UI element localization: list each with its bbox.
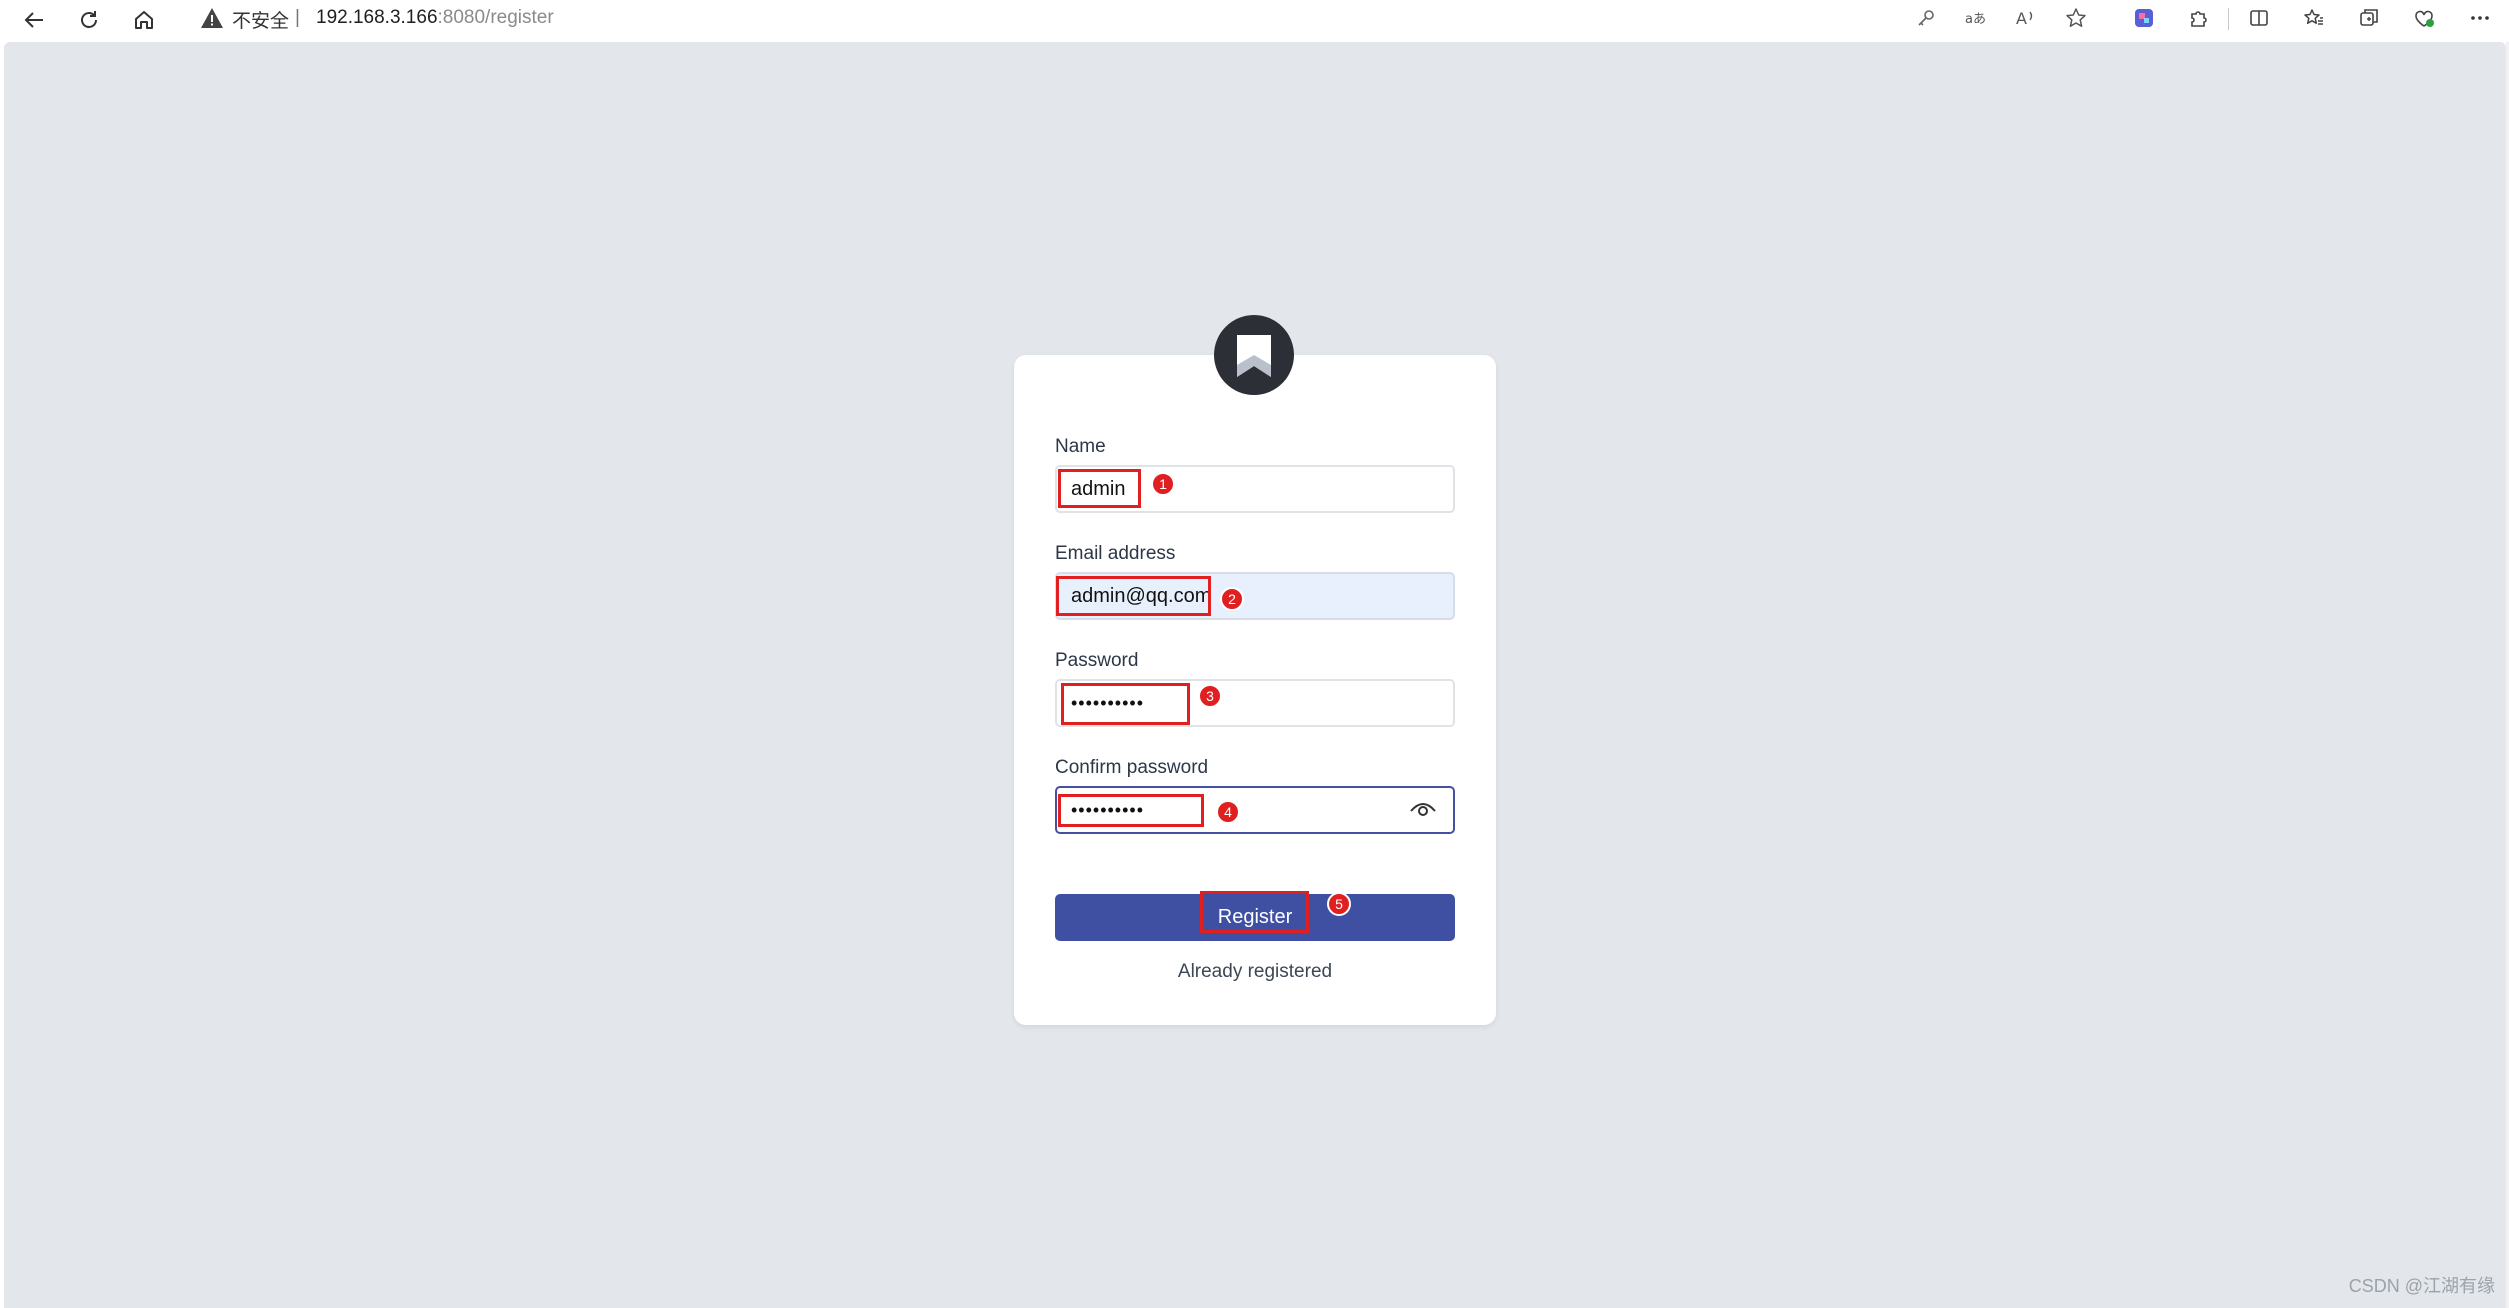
email-label: Email address — [1055, 543, 1176, 564]
watermark: CSDN @江湖有缘 — [2348, 1276, 2495, 1296]
favorite-star-icon[interactable] — [2062, 4, 2090, 32]
annotation-box-4 — [1058, 794, 1204, 827]
address-bar[interactable]: 不安全 | 192.168.3.166:8080/register aあ A — [178, 0, 2128, 36]
annotation-badge-1: 1 — [1151, 472, 1175, 496]
annotation-badge-2: 2 — [1220, 587, 1244, 611]
url-host: 192.168.3.166 — [316, 7, 438, 28]
warning-icon — [201, 8, 223, 28]
annotation-box-3 — [1061, 683, 1190, 725]
home-icon[interactable] — [126, 4, 162, 36]
annotation-box-1 — [1058, 469, 1141, 508]
security-label: 不安全 — [232, 11, 290, 32]
back-arrow-icon[interactable] — [16, 4, 52, 36]
annotation-box-2 — [1056, 576, 1211, 616]
favorites-icon[interactable] — [2300, 4, 2328, 32]
collections-icon[interactable] — [2355, 4, 2383, 32]
extensions-puzzle-icon[interactable] — [2185, 4, 2213, 32]
split-screen-icon[interactable] — [2245, 4, 2273, 32]
more-menu-icon[interactable] — [2466, 4, 2494, 32]
refresh-icon[interactable] — [71, 4, 107, 36]
key-icon[interactable] — [1912, 4, 1940, 32]
toolbar-divider — [2228, 8, 2229, 30]
svg-text:A: A — [2016, 9, 2027, 28]
password-label: Password — [1055, 650, 1139, 671]
url-path: :8080/register — [437, 7, 554, 28]
read-aloud-icon[interactable]: A — [2012, 4, 2040, 32]
annotation-badge-4: 4 — [1216, 800, 1240, 824]
extension-colorful-icon[interactable] — [2130, 4, 2158, 32]
url-text: 192.168.3.166:8080/register — [316, 7, 554, 29]
annotation-badge-5: 5 — [1327, 892, 1351, 916]
annotation-box-5 — [1200, 891, 1309, 933]
show-password-eye-icon[interactable] — [1410, 801, 1436, 819]
confirm-password-label: Confirm password — [1055, 757, 1209, 778]
annotation-badge-3: 3 — [1198, 684, 1222, 708]
already-registered-link[interactable]: Already registered — [1014, 961, 1496, 983]
bookmark-logo-icon — [1237, 335, 1271, 377]
browser-toolbar: 不安全 | 192.168.3.166:8080/register aあ A — [0, 0, 2509, 40]
name-label: Name — [1055, 436, 1106, 457]
translate-icon[interactable]: aあ — [1962, 4, 1990, 32]
browser-essentials-icon[interactable] — [2410, 4, 2438, 32]
svg-text:aあ: aあ — [1965, 12, 1986, 27]
url-separator: | — [295, 7, 300, 28]
app-logo — [1214, 315, 1294, 395]
